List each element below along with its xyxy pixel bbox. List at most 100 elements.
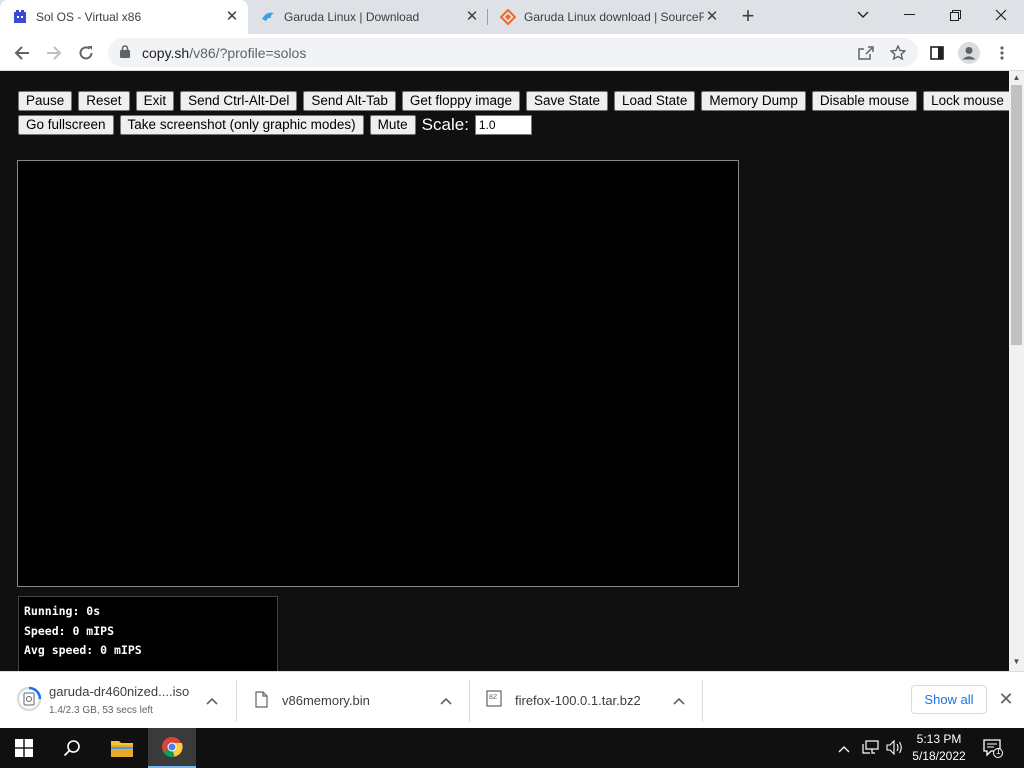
minimize-icon xyxy=(903,14,915,15)
load-state-button[interactable]: Load State xyxy=(614,91,696,111)
new-tab-button[interactable]: + xyxy=(736,5,760,29)
download-filename: firefox-100.0.1.tar.bz2 xyxy=(515,693,641,708)
pause-button[interactable]: Pause xyxy=(18,91,73,111)
side-panel-icon xyxy=(930,46,944,60)
download-item-v86memory[interactable]: v86memory.bin xyxy=(237,672,469,729)
download-filename: garuda-dr460nized....iso xyxy=(49,684,190,699)
exit-button[interactable]: Exit xyxy=(135,91,175,111)
back-button[interactable] xyxy=(8,39,36,67)
reload-button[interactable] xyxy=(72,39,100,67)
scrollbar-thumb[interactable] xyxy=(1011,85,1022,345)
restore-icon xyxy=(949,9,961,21)
chevron-up-icon[interactable] xyxy=(440,694,452,708)
emulator-screen[interactable] xyxy=(17,160,739,587)
avatar-icon xyxy=(958,42,980,64)
reset-button[interactable]: Reset xyxy=(78,91,130,111)
forward-button[interactable] xyxy=(40,39,68,67)
tab-sourceforge[interactable]: Garuda Linux download | SourceForge ✕ xyxy=(488,0,728,34)
system-clock[interactable]: 5:13 PM 5/18/2022 xyxy=(904,731,974,765)
url-path: /v86/?profile=solos xyxy=(189,45,307,61)
clock-date: 5/18/2022 xyxy=(912,749,966,763)
url-host: copy.sh xyxy=(142,45,190,61)
profile-button[interactable] xyxy=(955,39,983,67)
chrome-taskbar-button[interactable] xyxy=(148,728,196,768)
chevron-down-icon xyxy=(857,11,869,18)
browser-toolbar: copy.sh/v86/?profile=solos xyxy=(0,34,1024,71)
chevron-up-icon[interactable] xyxy=(673,694,685,708)
lock-mouse-button[interactable]: Lock mouse xyxy=(923,91,1009,111)
emulator-controls-row-2: Go fullscreen Take screenshot (only grap… xyxy=(18,115,532,135)
restore-button[interactable] xyxy=(932,0,978,30)
chevron-up-icon[interactable] xyxy=(206,694,218,708)
memory-dump-button[interactable]: Memory Dump xyxy=(701,91,806,111)
download-status: 1.4/2.3 GB, 53 secs left xyxy=(49,705,153,716)
go-fullscreen-button[interactable]: Go fullscreen xyxy=(18,115,114,135)
network-icon[interactable] xyxy=(862,740,880,758)
send-alt-tab-button[interactable]: Send Alt-Tab xyxy=(303,91,396,111)
tab-strip: Sol OS - Virtual x86 ✕ Garuda Linux | Do… xyxy=(0,0,1024,34)
avg-speed-readout: Avg speed: 0 mIPS xyxy=(24,643,142,657)
scale-label: Scale: xyxy=(421,115,469,134)
notification-count: 1 xyxy=(996,747,1001,756)
save-state-button[interactable]: Save State xyxy=(525,91,609,111)
show-all-downloads-button[interactable]: Show all xyxy=(911,685,987,714)
speed-readout: Speed: 0 mIPS xyxy=(24,623,115,638)
tab-garuda-download[interactable]: Garuda Linux | Download ✕ xyxy=(248,0,488,34)
volume-icon[interactable] xyxy=(886,739,904,758)
lock-icon[interactable] xyxy=(120,45,130,63)
disc-icon xyxy=(16,686,42,717)
tab-search-button[interactable] xyxy=(840,0,886,30)
close-icon xyxy=(995,9,1007,21)
close-window-button[interactable] xyxy=(978,0,1024,30)
minimize-button[interactable] xyxy=(886,0,932,30)
tab-close-icon[interactable]: ✕ xyxy=(464,9,480,25)
garuda-favicon-icon xyxy=(260,9,276,25)
download-separator xyxy=(702,680,703,722)
menu-button[interactable] xyxy=(988,39,1016,67)
tab-close-icon[interactable]: ✕ xyxy=(704,9,720,25)
url-text: copy.sh/v86/?profile=solos xyxy=(142,45,306,61)
bookmark-star-icon[interactable] xyxy=(889,44,907,65)
sourceforge-favicon-icon xyxy=(500,9,516,25)
folder-icon xyxy=(111,741,133,757)
emulator-controls-row-1: Pause Reset Exit Send Ctrl-Alt-Del Send … xyxy=(18,91,1009,111)
tab-title: Garuda Linux | Download xyxy=(284,10,420,24)
scroll-down-arrow-icon[interactable]: ▼ xyxy=(1009,655,1024,669)
download-item-garuda[interactable]: garuda-dr460nized....iso 1.4/2.3 GB, 53 … xyxy=(0,672,236,729)
archive-icon: BZ xyxy=(486,690,502,712)
clock-time: 5:13 PM xyxy=(916,732,962,746)
download-item-firefox[interactable]: BZ firefox-100.0.1.tar.bz2 xyxy=(470,672,702,729)
send-ctrl-alt-del-button[interactable]: Send Ctrl-Alt-Del xyxy=(180,91,298,111)
tab-sol-os[interactable]: Sol OS - Virtual x86 ✕ xyxy=(0,0,248,34)
windows-logo-icon xyxy=(15,739,33,757)
close-download-shelf-icon[interactable]: ✕ xyxy=(997,690,1015,708)
file-explorer-button[interactable] xyxy=(98,728,146,768)
tab-title: Sol OS - Virtual x86 xyxy=(36,10,142,24)
arrow-left-icon xyxy=(14,46,29,60)
tab-close-icon[interactable]: ✕ xyxy=(224,9,240,25)
search-icon xyxy=(63,740,80,757)
scale-input[interactable] xyxy=(474,115,532,135)
action-center-button[interactable]: 1 xyxy=(983,738,1003,763)
search-button[interactable] xyxy=(48,728,96,768)
svg-text:BZ: BZ xyxy=(489,694,497,701)
chevron-up-tray-icon[interactable] xyxy=(838,741,850,756)
tab-title: Garuda Linux download | SourceForge xyxy=(524,10,704,24)
share-icon[interactable] xyxy=(858,45,874,65)
file-icon xyxy=(255,691,268,713)
page-content: Pause Reset Exit Send Ctrl-Alt-Del Send … xyxy=(0,71,1009,671)
address-bar[interactable]: copy.sh/v86/?profile=solos xyxy=(108,38,918,67)
mute-button[interactable]: Mute xyxy=(369,115,416,135)
v86-favicon-icon xyxy=(12,9,28,25)
windows-taskbar: 5:13 PM 5/18/2022 1 xyxy=(0,728,1024,768)
side-panel-button[interactable] xyxy=(923,39,951,67)
take-screenshot-button[interactable]: Take screenshot (only graphic modes) xyxy=(119,115,364,135)
running-time: Running: 0s xyxy=(24,604,101,618)
scroll-up-arrow-icon[interactable]: ▲ xyxy=(1009,71,1024,85)
disable-mouse-button[interactable]: Disable mouse xyxy=(811,91,918,111)
start-button[interactable] xyxy=(0,728,48,768)
chrome-icon xyxy=(162,737,183,758)
emulator-stats-panel: Running: 0s Speed: 0 mIPS Avg speed: 0 m… xyxy=(18,596,278,671)
get-floppy-image-button[interactable]: Get floppy image xyxy=(401,91,520,111)
download-shelf: garuda-dr460nized....iso 1.4/2.3 GB, 53 … xyxy=(0,671,1024,728)
